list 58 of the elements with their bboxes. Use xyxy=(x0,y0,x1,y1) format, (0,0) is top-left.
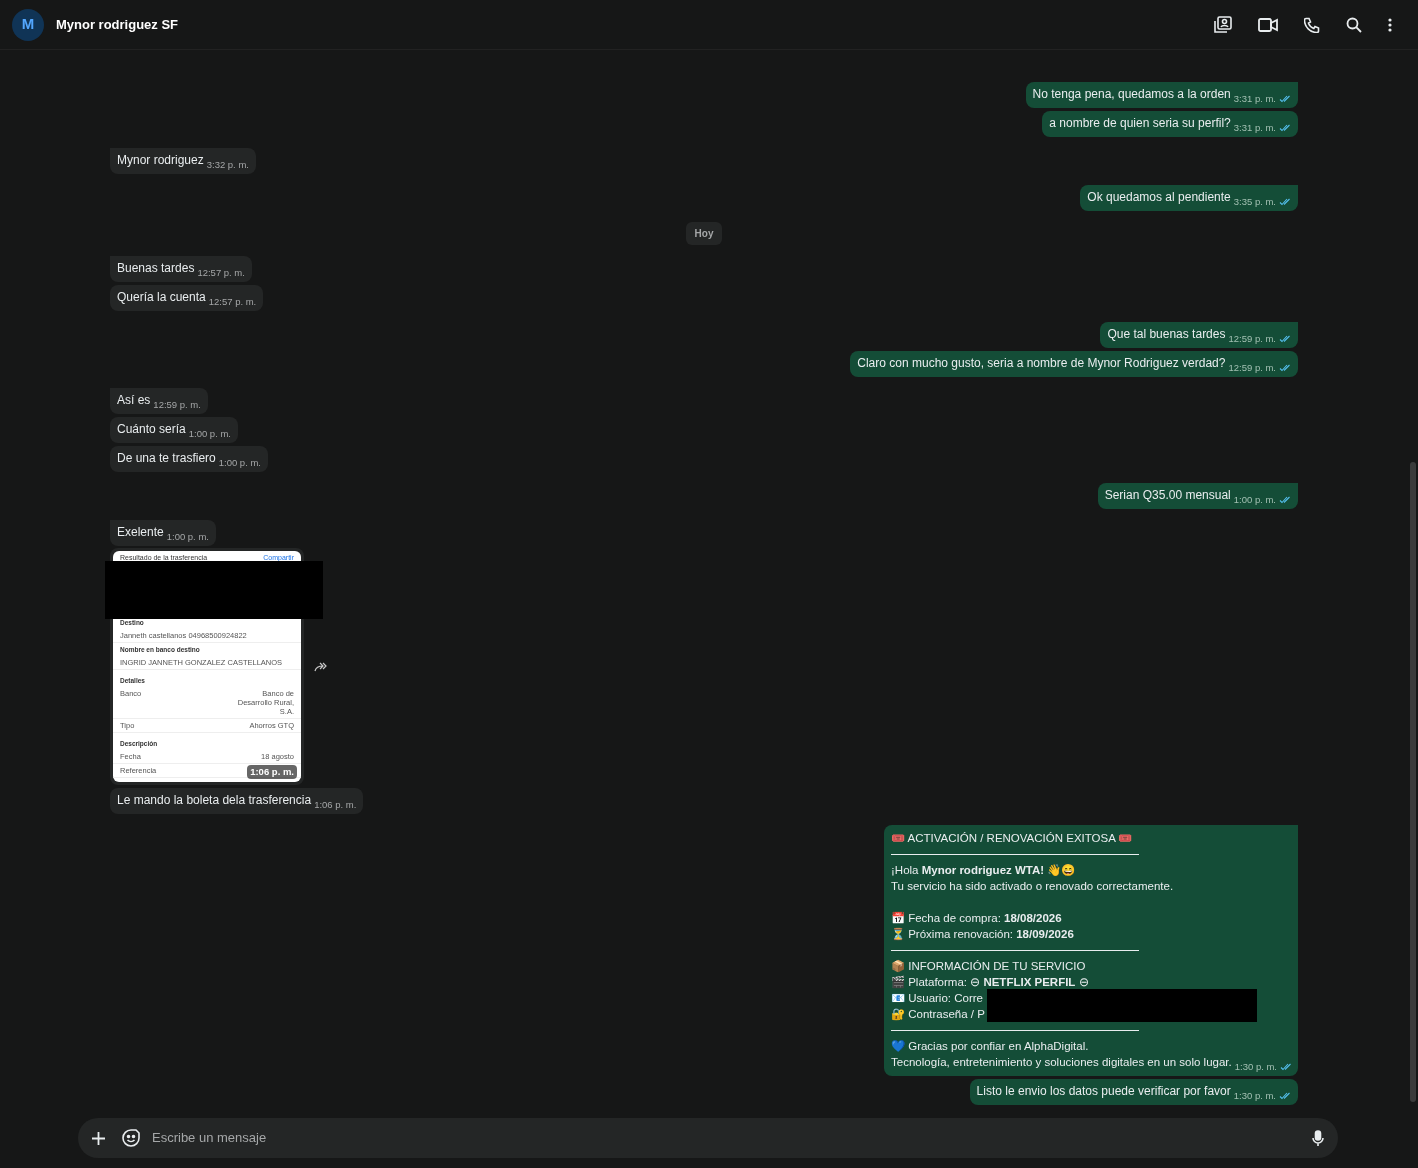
message-time: 1:06 p. m. xyxy=(314,798,357,812)
message-time: 1:00 p. m. xyxy=(218,456,261,470)
message-text: Exelente xyxy=(117,524,164,540)
sticker-icon[interactable] xyxy=(122,1129,140,1147)
message-line: 📅 Fecha de compra: 18/08/2026 xyxy=(891,912,1062,924)
message-text: Quería la cuenta xyxy=(117,289,206,305)
message-time: 12:59 p. m. xyxy=(1228,361,1276,375)
message-time: 12:57 p. m. xyxy=(208,295,257,309)
forward-icon[interactable] xyxy=(314,661,328,672)
message-line: Tu servicio ha sido activado o renovado correctamente. xyxy=(891,880,1174,892)
scrollbar[interactable] xyxy=(1410,462,1416,1102)
video-call-icon[interactable] xyxy=(1258,17,1278,32)
date-divider: Hoy xyxy=(685,222,723,245)
contact-name[interactable]: Mynor rodriguez SF xyxy=(56,14,179,35)
message-line: 🎟 ACTIVACIÓN / RENOVACIÓN EXITOSA 🎟 xyxy=(891,832,1133,844)
message-time: 3:31 p. m. xyxy=(1233,92,1276,106)
message-time: 3:31 p. m. xyxy=(1233,121,1276,135)
message-line: ⏳ Próxima renovación: 18/09/2026 xyxy=(891,928,1074,940)
contact-card-icon[interactable] xyxy=(1214,15,1232,34)
message-time: 1:00 p. m. xyxy=(188,427,231,441)
message-text: Que tal buenas tardes xyxy=(1107,326,1226,342)
message-time: 1:00 p. m. xyxy=(1233,493,1276,507)
message-line: 💙 Gracias por confiar en AlphaDigital. xyxy=(891,1040,1089,1052)
message-input[interactable]: Escribe un mensaje xyxy=(152,1128,1312,1148)
message-text: Le mando la boleta dela trasferencia xyxy=(117,792,312,808)
message-time: 1:30 p. m. xyxy=(1233,1089,1276,1103)
message-time: 3:35 p. m. xyxy=(1233,195,1276,209)
message-line: ¡Hola Mynor rodriguez WTA! 👋😄 xyxy=(891,864,1076,876)
message-time: 12:59 p. m. xyxy=(1228,332,1276,346)
message-text: Así es xyxy=(117,392,151,408)
message-text: a nombre de quien seria su perfil? xyxy=(1049,115,1231,131)
microphone-icon[interactable] xyxy=(1312,1129,1324,1147)
phone-icon[interactable] xyxy=(1304,16,1320,33)
message-time: 3:32 p. m. xyxy=(206,158,249,172)
message-text: Ok quedamos al pendiente xyxy=(1087,189,1231,205)
search-icon[interactable] xyxy=(1346,16,1362,33)
message-line: 📧 Usuario: Corre xyxy=(891,992,983,1004)
message-line: 🎬 Plataforma: ⊖ NETFLIX PERFIL ⊖ xyxy=(891,976,1089,988)
message-text: De una te trasfiero xyxy=(117,450,216,466)
message-text: No tenga pena, quedamos a la orden xyxy=(1032,86,1231,102)
message-text: Serian Q35.00 mensual xyxy=(1104,487,1231,503)
message-text: Listo le envio los datos puede verificar por favor xyxy=(976,1083,1231,1099)
avatar[interactable]: M xyxy=(12,8,44,41)
message-line: 📦 INFORMACIÓN DE TU SERVICIO xyxy=(891,960,1086,972)
message-text: Mynor rodriguez xyxy=(117,152,204,168)
message-text: Claro con mucho gusto, seria a nombre de Mynor Rodriguez verdad? xyxy=(857,355,1226,371)
message-text: Buenas tardes xyxy=(117,260,195,276)
menu-icon[interactable] xyxy=(1388,17,1392,32)
message-time: 1:00 p. m. xyxy=(166,530,209,544)
plus-icon[interactable] xyxy=(92,1131,105,1145)
message-text: Cuánto sería xyxy=(117,421,186,437)
message-composer[interactable]: Escribe un mensaje xyxy=(78,1118,1338,1158)
message-line: Tecnología, entretenimiento y soluciones digitales en un solo lugar. xyxy=(891,1055,1232,1070)
message-line: 🔐 Contraseña / P xyxy=(891,1008,985,1020)
message-time: 1:30 p. m. xyxy=(1234,1060,1277,1074)
message-time: 1:06 p. m. xyxy=(247,764,297,779)
message-time: 12:57 p. m. xyxy=(197,266,245,280)
message-time: 12:59 p. m. xyxy=(153,398,201,412)
